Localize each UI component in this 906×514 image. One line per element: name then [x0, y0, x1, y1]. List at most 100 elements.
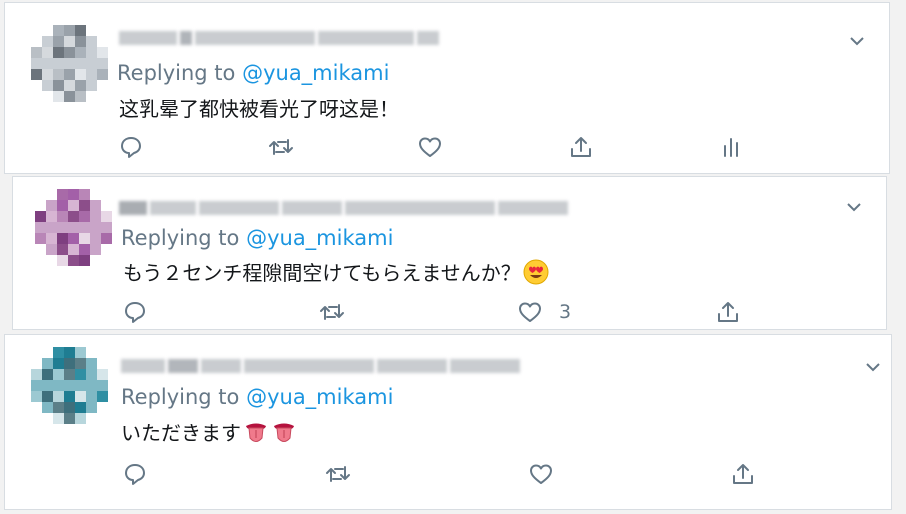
chevron-down-icon[interactable]	[844, 197, 864, 217]
avatar-mosaic-pixel	[86, 47, 97, 58]
avatar-mosaic-pixel	[86, 58, 97, 69]
reply-icon[interactable]	[122, 461, 148, 487]
avatar-mosaic-pixel	[53, 391, 64, 402]
avatar-mosaic-pixel	[42, 47, 53, 58]
avatar-mosaic-pixel	[42, 36, 53, 47]
avatar-mosaic-pixel	[31, 58, 42, 69]
retweet-icon[interactable]	[319, 299, 345, 325]
avatar-mosaic-pixel	[75, 58, 86, 69]
avatar-mosaic-pixel	[79, 222, 90, 233]
tongue-emoji	[271, 419, 297, 450]
tweet-text-row: もう２センチ程隙間空けてもらえませんか？	[123, 257, 549, 290]
avatar-mosaic-pixel	[57, 255, 68, 266]
mention-link[interactable]: @yua_mikami	[242, 61, 389, 85]
avatar-mosaic-pixel	[64, 58, 75, 69]
avatar-mosaic-pixel	[53, 36, 64, 47]
reply-icon[interactable]	[122, 299, 148, 325]
retweet-icon[interactable]	[325, 461, 351, 487]
avatar-mosaic-pixel	[46, 211, 57, 222]
avatar-mosaic-pixel	[101, 222, 112, 233]
avatar-mosaic-pixel	[90, 233, 101, 244]
avatar-mosaic-pixel	[35, 211, 46, 222]
share-icon[interactable]	[715, 299, 741, 325]
avatar-mosaic-pixel	[68, 200, 79, 211]
tweet-text: もう２センチ程隙間空けてもらえませんか？	[123, 261, 521, 285]
reply-prefix: Replying to	[117, 61, 243, 85]
blurred-username[interactable]	[121, 355, 520, 377]
like-heart-icon[interactable]	[528, 461, 554, 487]
avatar[interactable]	[31, 347, 108, 424]
avatar-mosaic-pixel	[101, 233, 112, 244]
avatar-mosaic-pixel	[68, 233, 79, 244]
avatar-mosaic-pixel	[42, 58, 53, 69]
avatar-mosaic-pixel	[90, 222, 101, 233]
avatar-mosaic-pixel	[64, 413, 75, 424]
avatar-mosaic-pixel	[75, 358, 86, 369]
avatar-mosaic-pixel	[35, 222, 46, 233]
avatar-mosaic-pixel	[75, 25, 86, 36]
share-icon[interactable]	[568, 134, 594, 160]
retweet-icon[interactable]	[268, 134, 294, 160]
avatar-mosaic-pixel	[46, 244, 57, 255]
avatar-mosaic-pixel	[68, 189, 79, 200]
avatar-mosaic-pixel	[42, 380, 53, 391]
like-count: 3	[559, 301, 572, 323]
avatar-mosaic-pixel	[57, 233, 68, 244]
avatar-mosaic-pixel	[53, 91, 64, 102]
mention-link[interactable]: @yua_mikami	[246, 385, 393, 409]
avatar-mosaic-pixel	[75, 69, 86, 80]
chevron-down-icon[interactable]	[863, 357, 883, 377]
mention-link[interactable]: @yua_mikami	[246, 226, 393, 250]
avatar-mosaic-pixel	[64, 391, 75, 402]
avatar-mosaic-pixel	[86, 391, 97, 402]
like-heart-icon[interactable]	[517, 299, 543, 325]
avatar-mosaic-pixel	[75, 347, 86, 358]
avatar-mosaic-pixel	[53, 58, 64, 69]
avatar-mosaic-pixel	[101, 211, 112, 222]
reply-icon[interactable]	[118, 134, 144, 160]
avatar-mosaic-pixel	[90, 211, 101, 222]
tweet-card[interactable]: Replying to @yua_mikami 这乳晕了都快被看光了呀这是！	[4, 2, 890, 174]
tweet-text: いただきます	[121, 421, 241, 445]
avatar-mosaic-pixel	[31, 380, 42, 391]
like-heart-icon[interactable]	[417, 134, 443, 160]
avatar-mosaic-pixel	[97, 380, 108, 391]
avatar-mosaic-pixel	[42, 80, 53, 91]
avatar-mosaic-pixel	[42, 369, 53, 380]
avatar-mosaic-pixel	[86, 36, 97, 47]
avatar-mosaic-pixel	[86, 369, 97, 380]
avatar-mosaic-pixel	[90, 244, 101, 255]
avatar-mosaic-pixel	[42, 358, 53, 369]
avatar-mosaic-pixel	[57, 222, 68, 233]
avatar-mosaic-pixel	[42, 402, 53, 413]
avatar-mosaic-pixel	[68, 255, 79, 266]
avatar-mosaic-pixel	[46, 200, 57, 211]
avatar-mosaic-pixel	[64, 380, 75, 391]
avatar-mosaic-pixel	[75, 391, 86, 402]
blurred-username[interactable]	[119, 197, 568, 219]
avatar-mosaic-pixel	[75, 36, 86, 47]
avatar-mosaic-pixel	[79, 200, 90, 211]
reply-prefix: Replying to	[121, 385, 247, 409]
chevron-down-icon[interactable]	[847, 31, 867, 51]
avatar-mosaic-pixel	[31, 47, 42, 58]
avatar[interactable]	[31, 25, 108, 102]
replying-to-label: Replying to @yua_mikami	[117, 61, 389, 85]
avatar[interactable]	[35, 189, 112, 266]
avatar-mosaic-pixel	[79, 211, 90, 222]
blurred-username[interactable]	[119, 27, 439, 49]
tweet-card[interactable]: Replying to @yua_mikami いただきます	[4, 334, 892, 510]
avatar-mosaic-pixel	[64, 47, 75, 58]
avatar-mosaic-pixel	[79, 189, 90, 200]
avatar-mosaic-pixel	[75, 91, 86, 102]
avatar-mosaic-pixel	[68, 244, 79, 255]
tweet-text-row: いただきます	[121, 417, 297, 450]
analytics-icon[interactable]	[718, 134, 744, 160]
avatar-mosaic-pixel	[75, 402, 86, 413]
avatar-mosaic-pixel	[86, 80, 97, 91]
avatar-mosaic-pixel	[97, 47, 108, 58]
share-icon[interactable]	[730, 461, 756, 487]
avatar-mosaic-pixel	[53, 413, 64, 424]
tweet-card[interactable]: Replying to @yua_mikami もう２センチ程隙間空けてもらえま…	[12, 176, 887, 330]
avatar-mosaic-pixel	[86, 380, 97, 391]
